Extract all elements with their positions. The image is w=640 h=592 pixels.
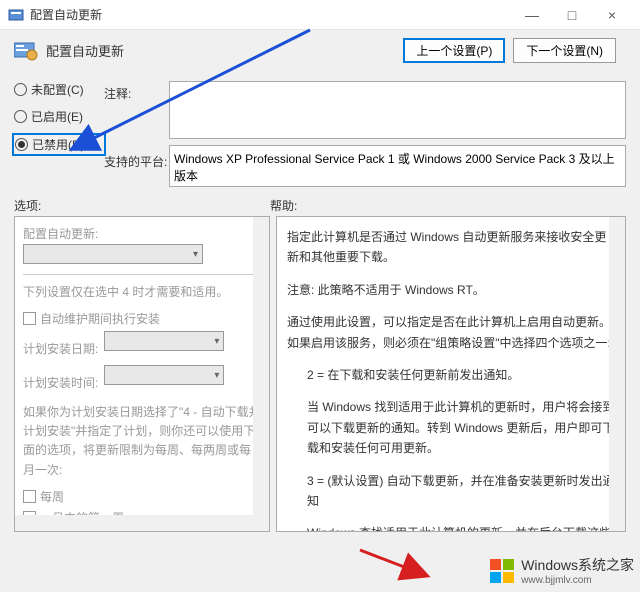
page-title: 配置自动更新 <box>46 41 403 60</box>
checkbox-weekly[interactable]: 每周 <box>23 488 261 505</box>
checkbox-icon <box>23 312 36 325</box>
watermark: Windows系统之家 www.bjjmlv.com <box>488 555 634 586</box>
titlebar: 配置自动更新 — □ × <box>0 0 640 30</box>
install-date-label: 计划安装日期: <box>23 340 98 357</box>
window-title: 配置自动更新 <box>30 6 512 23</box>
app-icon <box>8 7 24 23</box>
help-text: 2 = 在下载和安装任何更新前发出通知。 <box>287 365 615 385</box>
minimize-button[interactable]: — <box>512 0 552 30</box>
scrollbar-vertical[interactable] <box>609 217 625 531</box>
radio-label: 未配置(C) <box>31 81 84 98</box>
help-text: 当 Windows 找到适用于此计算机的更新时，用户将会接到可以下载更新的通知。… <box>287 397 615 458</box>
install-date-combo[interactable]: ▾ <box>104 331 224 351</box>
maximize-button[interactable]: □ <box>552 0 592 30</box>
next-setting-button[interactable]: 下一个设置(N) <box>513 38 616 63</box>
chevron-down-icon: ▾ <box>214 370 219 381</box>
checkbox-label: 每周 <box>40 488 64 505</box>
nav-buttons: 上一个设置(P) 下一个设置(N) <box>403 38 616 63</box>
windows-logo-icon <box>488 557 516 585</box>
radio-label: 已启用(E) <box>31 108 83 125</box>
install-time-label: 计划安装时间: <box>23 374 98 391</box>
help-label: 帮助: <box>270 197 297 214</box>
radio-label: 已禁用(D) <box>32 136 85 153</box>
policy-icon <box>14 41 38 61</box>
close-button[interactable]: × <box>592 0 632 30</box>
radio-enabled[interactable]: 已启用(E) <box>14 108 104 125</box>
comment-label: 注释: <box>104 81 169 105</box>
config-row: 未配置(C) 已启用(E) 已禁用(D) 注释: 支持的平台: <box>0 71 640 191</box>
chevron-down-icon: ▾ <box>193 249 198 260</box>
scrollbar-horizontal[interactable] <box>15 515 269 531</box>
help-text: 指定此计算机是否通过 Windows 自动更新服务来接收安全更新和其他重要下载。 <box>287 227 615 268</box>
annotation-arrow-red <box>355 545 445 585</box>
field-labels: 注释: 支持的平台: <box>104 75 169 173</box>
checkbox-maintenance[interactable]: 自动维护期间执行安装 <box>23 310 261 327</box>
checkbox-icon <box>23 490 36 503</box>
options-label: 选项: <box>14 197 270 214</box>
scrollbar-vertical[interactable] <box>253 217 269 531</box>
divider <box>23 274 261 275</box>
options-panel: 配置自动更新: ▾ 下列设置仅在选中 4 时才需要和适用。 自动维护期间执行安装… <box>14 216 270 532</box>
header: 配置自动更新 上一个设置(P) 下一个设置(N) <box>0 30 640 71</box>
help-text: Windows 查找适用于此计算机的更新，并在后台下载这些更新（在此过程中，用户… <box>287 523 615 532</box>
install-time-combo[interactable]: ▾ <box>104 365 224 385</box>
state-radios: 未配置(C) 已启用(E) 已禁用(D) <box>14 75 104 154</box>
update-config-combo[interactable]: ▾ <box>23 244 203 264</box>
chevron-down-icon: ▾ <box>214 336 219 347</box>
help-text: 通过使用此设置，可以指定是否在此计算机上启用自动更新。如果启用该服务，则必须在"… <box>287 312 615 353</box>
radio-disabled[interactable]: 已禁用(D) <box>14 135 104 154</box>
options-title: 配置自动更新: <box>23 225 261 242</box>
field-values <box>169 75 626 187</box>
help-text: 3 = (默认设置) 自动下载更新，并在准备安装更新时发出通知 <box>287 471 615 512</box>
radio-circle-icon <box>14 83 27 96</box>
platform-label: 支持的平台: <box>104 149 169 173</box>
comment-textarea[interactable] <box>169 81 626 139</box>
platform-textarea <box>169 145 626 187</box>
radio-circle-icon <box>15 138 28 151</box>
watermark-text: Windows系统之家 www.bjjmlv.com <box>521 555 634 586</box>
radio-not-configured[interactable]: 未配置(C) <box>14 81 104 98</box>
help-panel: 指定此计算机是否通过 Windows 自动更新服务来接收安全更新和其他重要下载。… <box>276 216 626 532</box>
options-paragraph: 如果你为计划安装日期选择了"4 - 自动下载并计划安装"并指定了计划，则你还可以… <box>23 403 261 480</box>
prev-setting-button[interactable]: 上一个设置(P) <box>403 38 505 63</box>
watermark-brand: Windows系统之家 <box>521 555 634 575</box>
section-labels: 选项: 帮助: <box>0 191 640 216</box>
panels: 配置自动更新: ▾ 下列设置仅在选中 4 时才需要和适用。 自动维护期间执行安装… <box>0 216 640 532</box>
window-controls: — □ × <box>512 0 632 30</box>
options-note: 下列设置仅在选中 4 时才需要和适用。 <box>23 283 261 300</box>
radio-circle-icon <box>14 110 27 123</box>
watermark-url: www.bjjmlv.com <box>521 575 634 586</box>
help-text: 注意: 此策略不适用于 Windows RT。 <box>287 280 615 300</box>
checkbox-label: 自动维护期间执行安装 <box>40 310 160 327</box>
